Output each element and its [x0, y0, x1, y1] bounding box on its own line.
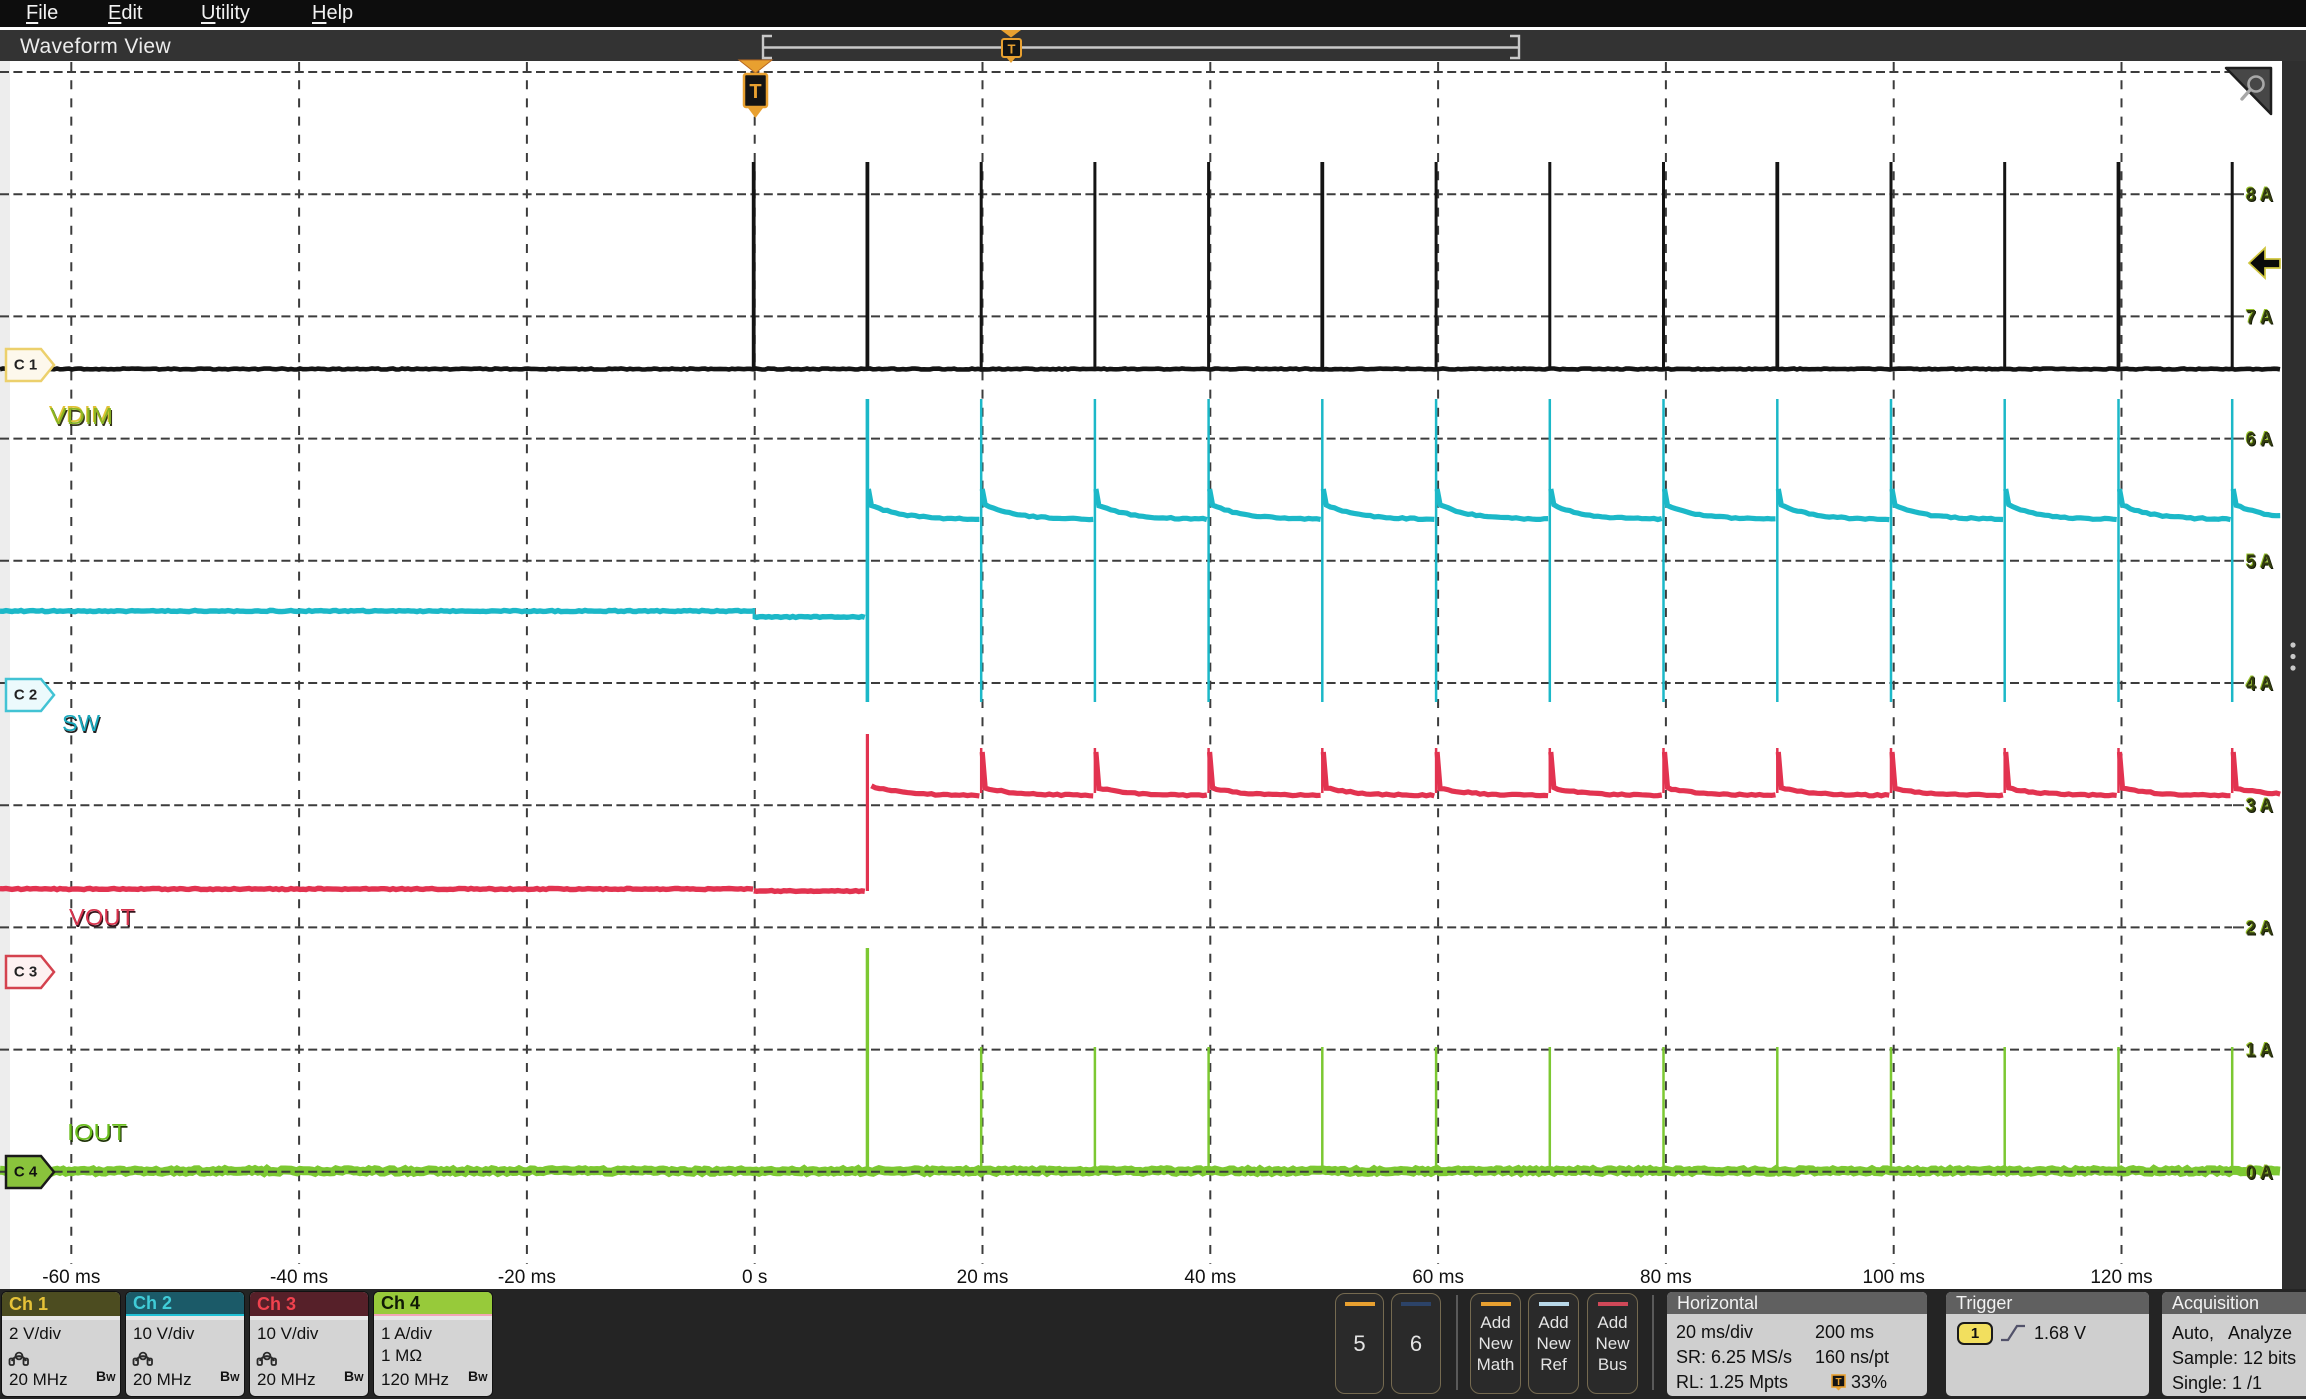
svg-text:2 A: 2 A	[2246, 918, 2273, 939]
svg-text:T: T	[749, 81, 761, 103]
svg-text:20 ms: 20 ms	[957, 1267, 1009, 1288]
svg-text:C 3: C 3	[14, 964, 37, 981]
svg-text:-60 ms: -60 ms	[42, 1267, 100, 1288]
svg-text:4 A: 4 A	[2246, 674, 2273, 695]
svg-text:C 4: C 4	[14, 1164, 38, 1181]
svg-text:40 ms: 40 ms	[1184, 1267, 1236, 1288]
svg-text:7 A: 7 A	[2246, 307, 2273, 328]
svg-text:C 1: C 1	[14, 357, 37, 374]
svg-text:-20 ms: -20 ms	[498, 1267, 556, 1288]
svg-text:IOUT: IOUT	[67, 1119, 127, 1145]
svg-text:SW: SW	[62, 710, 100, 736]
svg-text:80 ms: 80 ms	[1640, 1267, 1692, 1288]
svg-text:3 A: 3 A	[2246, 796, 2273, 817]
svg-text:120 ms: 120 ms	[2090, 1267, 2152, 1288]
svg-text:8 A: 8 A	[2246, 185, 2273, 206]
svg-text:60 ms: 60 ms	[1412, 1267, 1464, 1288]
svg-text:0 s: 0 s	[742, 1267, 767, 1288]
svg-text:5 A: 5 A	[2246, 552, 2273, 573]
svg-text:C 2: C 2	[14, 687, 37, 704]
svg-text:0 A: 0 A	[2246, 1163, 2273, 1184]
svg-text:1 A: 1 A	[2246, 1041, 2273, 1062]
svg-text:6 A: 6 A	[2246, 430, 2273, 451]
svg-text:VOUT: VOUT	[69, 904, 135, 930]
svg-text:-40 ms: -40 ms	[270, 1267, 328, 1288]
svg-text:100 ms: 100 ms	[1863, 1267, 1925, 1288]
svg-text:T: T	[1008, 42, 1016, 57]
svg-text:VDIM: VDIM	[50, 403, 113, 429]
